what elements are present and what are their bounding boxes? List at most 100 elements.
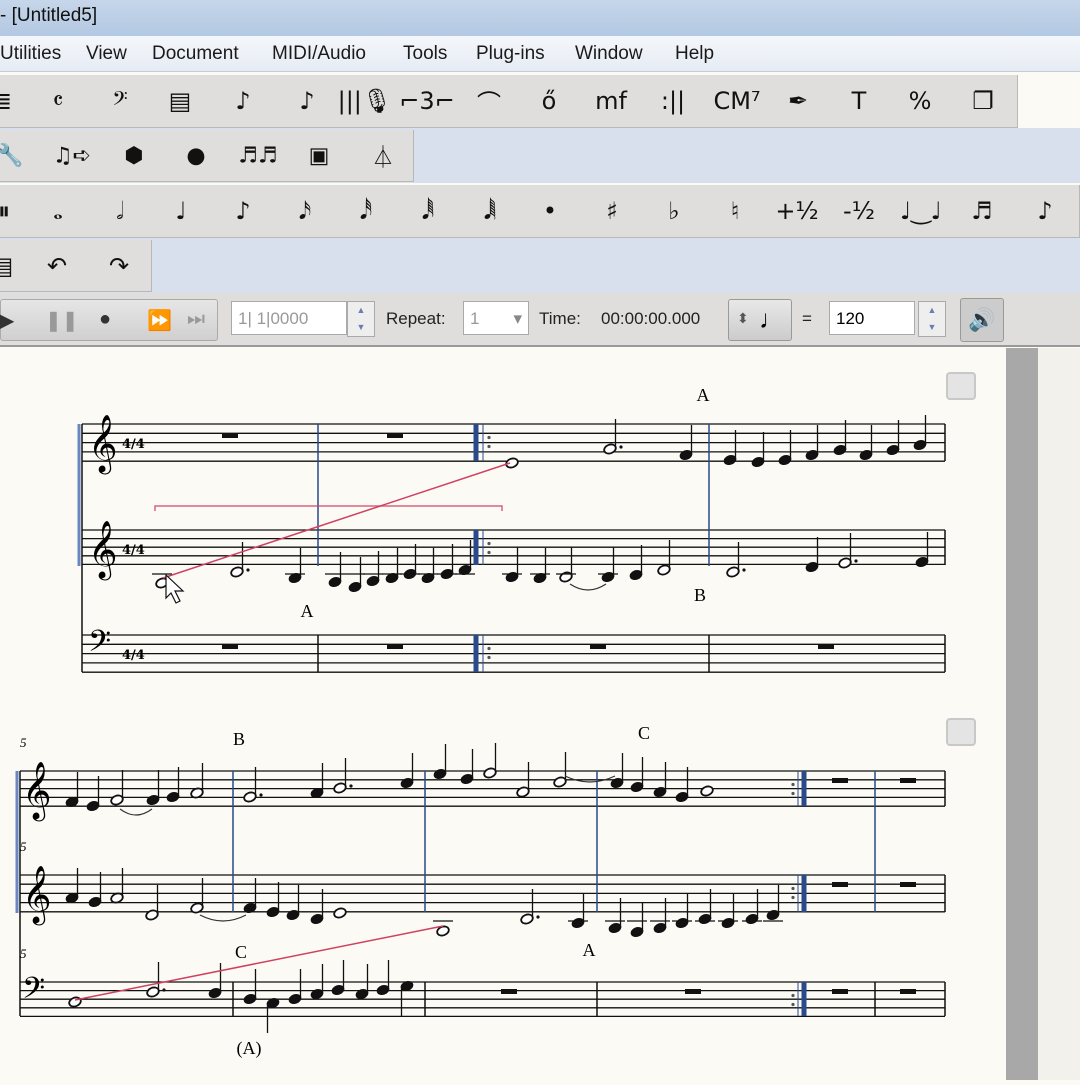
metronome-icon[interactable]: ⏃	[372, 140, 394, 172]
undo-icon[interactable]: ↶	[47, 252, 67, 280]
text-tool-icon[interactable]: T	[852, 87, 867, 115]
menu-help[interactable]: Help	[675, 43, 714, 65]
whole-rest	[501, 989, 517, 994]
whole-note[interactable]	[505, 457, 519, 469]
whole-rest	[387, 644, 403, 649]
up-down-arrows-icon: ⬍	[737, 310, 749, 326]
system-lock-icon[interactable]	[946, 718, 976, 746]
wrench-icon[interactable]: 🔧	[0, 143, 24, 168]
eighth-note-icon[interactable]: ♪	[235, 197, 250, 225]
menu-plugins[interactable]: Plug-ins	[476, 43, 545, 65]
playback-settings-button[interactable]: 🔊	[960, 298, 1004, 342]
fast-forward-icon[interactable]: ⏩	[147, 308, 172, 333]
raise-half-step-icon[interactable]: +½	[775, 197, 818, 225]
whole-rest	[832, 778, 848, 783]
time-label: Time:	[539, 309, 581, 328]
measure-number: 5	[20, 735, 27, 750]
grace-note-icon[interactable]: ♪	[1037, 197, 1052, 225]
thirty-second-note-icon[interactable]: 𝅘𝅥𝅰	[360, 197, 372, 225]
rehearsal-mark: A	[583, 940, 596, 960]
special-tools-icon[interactable]: ⬢	[124, 143, 143, 168]
menu-view[interactable]: View	[86, 43, 127, 65]
time-signature-icon[interactable]: 𝄴	[53, 87, 64, 115]
speedy-entry-icon[interactable]: ♪	[299, 87, 314, 115]
menu-tools[interactable]: Tools	[403, 43, 447, 65]
repeat-dot	[487, 444, 491, 449]
pause-icon[interactable]: ❚❚	[45, 308, 79, 333]
graphics-icon[interactable]: ▣	[309, 143, 330, 168]
skip-end-icon[interactable]: ⏭	[187, 308, 205, 331]
augmentation-dot	[349, 784, 353, 788]
hyperscribe-icon[interactable]: |||🎙	[338, 87, 393, 115]
menu-window[interactable]: Window	[575, 43, 643, 65]
page-layout-icon[interactable]: ❐	[972, 87, 994, 115]
toolbar-dock	[0, 238, 1080, 293]
sixty-fourth-note-icon[interactable]: 𝅘𝅥𝅱	[422, 197, 434, 225]
resize-icon[interactable]: %	[909, 87, 932, 115]
menu-document[interactable]: Document	[152, 43, 239, 65]
measure-tool-icon[interactable]: ▤	[169, 87, 192, 115]
whole-rest	[387, 433, 403, 438]
repeat-dot	[791, 791, 795, 796]
measure-number: 5	[20, 946, 27, 961]
tie	[564, 775, 616, 783]
rest-toggle-icon[interactable]: ⏸	[0, 197, 10, 225]
chevron-down-icon: ▾	[513, 309, 522, 328]
expression-icon[interactable]: mf	[595, 87, 627, 115]
title-bar: - [Untitled5]	[0, 0, 1080, 36]
whole-rest	[222, 433, 238, 438]
menu-utilities[interactable]: Utilities	[0, 43, 61, 65]
whole-note[interactable]	[333, 907, 347, 919]
measure-number: 5	[20, 839, 27, 854]
tuplet-entry-icon[interactable]: ♬	[971, 197, 993, 225]
mouse-cursor-icon	[165, 573, 185, 604]
bass-clef: 𝄢	[22, 972, 45, 1013]
menu-midiaudio[interactable]: MIDI/Audio	[272, 43, 366, 65]
score-canvas[interactable]: 𝄞 𝄞 𝄢 4/4 4/4 4/4 A A B 𝄞 𝄞 𝄢 5 5 5 B C C A (A)	[0, 348, 1080, 1080]
position-field[interactable]: 1| 1|0000	[231, 301, 347, 335]
lyrics-icon[interactable]: ✒	[788, 87, 808, 115]
dot-icon[interactable]: •	[543, 197, 557, 225]
whole-note-icon[interactable]: 𝅝	[53, 197, 63, 225]
sixteenth-note-icon[interactable]: 𝅘𝅥𝅯	[299, 197, 311, 225]
system-lock-icon[interactable]	[946, 372, 976, 400]
treble-clef: 𝄞	[88, 414, 118, 475]
simple-entry-icon[interactable]: ♪	[235, 87, 250, 115]
play-icon[interactable]: ▶	[0, 308, 14, 333]
tempo-unit-button[interactable]: ⬍ ♩	[728, 299, 792, 341]
menu-bar: Utilities View Document MIDI/Audio Tools Plug…	[0, 36, 1080, 72]
sharp-icon[interactable]: ♯	[606, 197, 618, 225]
articulation-icon[interactable]: ő	[542, 87, 557, 115]
mirror-icon[interactable]: ♫➪	[53, 143, 91, 168]
save-icon[interactable]: ▤	[0, 252, 13, 280]
rehearsal-mark: B	[694, 585, 706, 605]
lower-half-step-icon[interactable]: -½	[843, 197, 875, 225]
repeat-dropdown[interactable]: 1 ▾	[463, 301, 529, 335]
smart-shape-icon[interactable]: ⌒	[477, 84, 501, 119]
whole-note[interactable]	[700, 785, 714, 797]
score-page[interactable]: 𝄞 𝄞 𝄢 4/4 4/4 4/4 A A B 𝄞 𝄞 𝄢 5 5 5 B C C A (A)	[0, 348, 1080, 1080]
natural-icon[interactable]: ♮	[731, 197, 740, 225]
augmentation-dot	[854, 559, 858, 563]
rehearsal-mark: (A)	[237, 1038, 262, 1059]
clef-icon[interactable]: 𝄢	[112, 87, 127, 115]
mass-edit-icon[interactable]: ♬♬	[238, 143, 277, 168]
tuplet-icon[interactable]: ⌐3⌐	[399, 87, 455, 115]
tempo-field[interactable]: 120	[829, 301, 915, 335]
whole-note[interactable]	[68, 996, 82, 1008]
128th-note-icon[interactable]: 𝅘𝅥𝅲	[484, 197, 496, 225]
flat-icon[interactable]: ♭	[668, 197, 679, 225]
augmentation-dot	[742, 568, 746, 572]
staff-tool-icon[interactable]: ≣	[0, 87, 12, 115]
half-note-icon[interactable]: 𝅗𝅥	[116, 197, 124, 225]
tie-icon[interactable]: ♩‿♩	[900, 197, 942, 225]
position-stepper[interactable]: ▲ ▼	[347, 301, 375, 337]
chord-icon[interactable]: CM⁷	[713, 87, 760, 115]
quarter-note-icon[interactable]: ♩	[175, 197, 186, 225]
midi-icon[interactable]: ●	[186, 143, 205, 168]
tempo-stepper[interactable]: ▲ ▼	[918, 301, 946, 337]
repeat-icon[interactable]: :||	[661, 87, 685, 115]
redo-icon[interactable]: ↷	[109, 252, 129, 280]
record-icon[interactable]: ●	[99, 308, 111, 331]
pasteboard	[1038, 348, 1080, 1080]
